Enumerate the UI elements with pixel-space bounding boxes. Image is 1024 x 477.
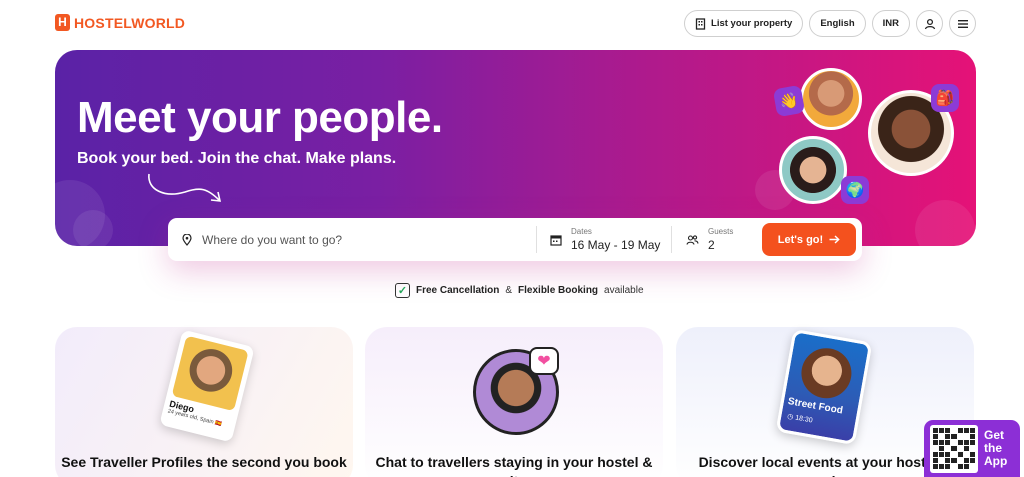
destination-placeholder: Where do you want to go? [202, 232, 343, 247]
logo-mark-icon: H [55, 14, 70, 31]
feature-card-profiles: Diego 24 years old, Spain 🇪🇸 See Travell… [55, 327, 353, 477]
feature-card-chat: ❤ Chat to travellers staying in your hos… [365, 327, 663, 477]
profile-preview: Diego 24 years old, Spain 🇪🇸 [159, 329, 255, 443]
cancellation-tail: available [604, 285, 644, 296]
decor-dot [73, 210, 113, 246]
site-header: H HOSTELWORLD List your property English… [0, 0, 1024, 48]
arrow-right-icon [829, 235, 840, 244]
flexible-booking-strong: Flexible Booking [518, 285, 599, 296]
get-app-widget[interactable]: Get the App [924, 420, 1020, 477]
search-divider [671, 226, 672, 253]
hero-subtitle: Book your bed. Join the chat. Make plans… [77, 150, 397, 167]
account-button[interactable] [916, 10, 943, 37]
lets-go-button[interactable]: Let's go! [762, 223, 856, 256]
language-button[interactable]: English [809, 10, 866, 37]
curved-arrow-icon [148, 173, 222, 202]
lets-go-label: Let's go! [777, 233, 824, 246]
building-icon [695, 17, 706, 30]
decor-dot [915, 200, 975, 246]
language-label: English [820, 18, 855, 29]
guests-value: 2 [708, 238, 715, 252]
currency-label: INR [882, 18, 899, 29]
guests-icon [686, 234, 699, 245]
logo-text: HOSTELWORLD [74, 14, 186, 31]
list-property-button[interactable]: List your property [684, 10, 804, 37]
get-app-label: Get the App [984, 429, 1007, 468]
cancellation-strong: Free Cancellation [416, 285, 500, 296]
wave-hand-icon: 👋 [772, 84, 806, 118]
search-bar: Where do you want to go? Dates 16 May - … [168, 218, 862, 261]
currency-button[interactable]: INR [871, 10, 910, 37]
traveller-avatar [779, 136, 847, 204]
calendar-check-icon: ✓ [395, 283, 410, 298]
profile-photo [171, 335, 249, 412]
feature-title: Chat to travellers staying in your hoste… [375, 454, 653, 477]
event-preview: Street Food ◷ 18:30 [775, 328, 873, 446]
guests-label: Guests [708, 227, 734, 236]
list-property-label: List your property [711, 18, 793, 29]
dates-field[interactable]: Dates 16 May - 19 May [550, 218, 660, 261]
menu-button[interactable] [949, 10, 976, 37]
event-photo [797, 344, 856, 403]
destination-input[interactable]: Where do you want to go? [182, 218, 342, 261]
event-time: ◷ 18:30 [786, 413, 814, 425]
qr-code-icon [930, 424, 978, 473]
hostelworld-logo[interactable]: H HOSTELWORLD [55, 14, 185, 31]
dates-label: Dates [571, 227, 592, 236]
heart-icon: ❤ [529, 347, 559, 375]
cancellation-amp: & [505, 285, 513, 296]
user-icon [924, 18, 935, 29]
hero-banner: Meet your people. Book your bed. Join th… [55, 50, 976, 246]
backpack-icon: 🎒 [931, 84, 959, 112]
location-pin-icon [182, 233, 192, 246]
get-app-line3: App [984, 454, 1008, 468]
free-cancellation-note: ✓ Free Cancellation & Flexible Booking a… [395, 283, 644, 298]
hero-title: Meet your people. [77, 93, 443, 142]
feature-title: See Traveller Profiles the second you bo… [61, 454, 347, 470]
traveller-avatar [800, 68, 862, 130]
dates-value: 16 May - 19 May [571, 238, 661, 252]
search-divider [536, 226, 537, 253]
guests-field[interactable]: Guests 2 [686, 218, 733, 261]
globe-icon: 🌍 [841, 176, 869, 204]
menu-icon [957, 19, 968, 28]
top-nav: List your property English INR [684, 10, 976, 37]
calendar-icon [550, 234, 562, 246]
